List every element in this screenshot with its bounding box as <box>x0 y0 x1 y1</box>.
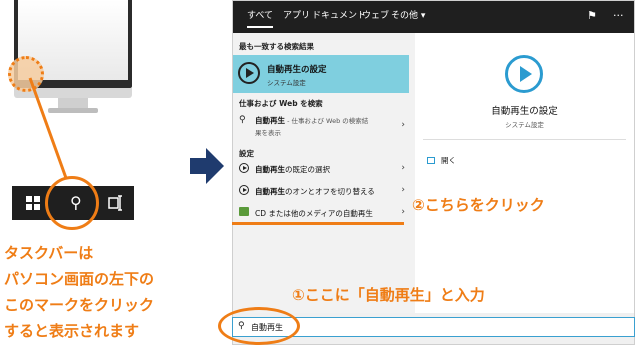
taskbar-caption: タスクバーは パソコン画面の左下の このマークをクリック すると表示されます <box>4 240 174 344</box>
search-icon: ⚲ <box>239 115 246 125</box>
tab-documents[interactable]: ドキュメント <box>312 10 366 22</box>
web-search-item[interactable]: ⚲ 自動再生 - 仕事および Web の検索結 果を表示 › <box>233 111 415 141</box>
web-result-line2: 果を表示 <box>255 129 281 137</box>
tab-apps[interactable]: アプリ <box>283 10 310 22</box>
best-match-title: 自動再生の設定 <box>267 65 327 75</box>
settings-item-bold: 自動再生 <box>255 165 285 174</box>
settings-item-cd-media[interactable]: CD または他のメディアの自動再生 › <box>233 203 415 223</box>
step1-callout: ①ここに「自動再生」と入力 <box>292 286 485 304</box>
settings-item-rest: CD または他のメディアの自動再生 <box>255 209 373 218</box>
best-match-subtitle: システム設定 <box>267 79 306 87</box>
web-result-bold: 自動再生 <box>255 116 285 125</box>
feedback-icon[interactable]: ⚑ <box>587 10 597 22</box>
autoplay-icon <box>239 185 250 196</box>
caption-line: タスクバーは <box>4 244 94 262</box>
settings-item-toggle[interactable]: 自動再生のオンとオフを切り替える › <box>233 181 415 201</box>
open-icon <box>427 157 435 164</box>
settings-item-default[interactable]: 自動再生の既定の選択 › <box>233 159 415 179</box>
autoplay-icon <box>238 62 260 84</box>
search-box-highlight-ring <box>218 307 300 345</box>
preview-divider <box>423 139 626 140</box>
tab-more[interactable]: その他 ▾ <box>391 10 425 22</box>
settings-item-label: CD または他のメディアの自動再生 <box>255 208 373 219</box>
settings-item-label: 自動再生の既定の選択 <box>255 164 330 175</box>
chevron-right-icon[interactable]: › <box>401 185 405 195</box>
preview-subtitle: システム設定 <box>505 121 544 129</box>
windows-logo-icon[interactable] <box>26 196 40 210</box>
chevron-right-icon[interactable]: › <box>401 120 405 130</box>
web-result-rest: - 仕事および Web の検索結 <box>285 117 369 125</box>
preview-title: 自動再生の設定 <box>491 106 558 117</box>
caption-line: パソコン画面の左下の <box>4 270 155 288</box>
task-view-icon[interactable] <box>107 194 123 212</box>
search-filter-bar: すべて アプリ ドキュメント ウェブ その他 ▾ ⚑ ··· <box>233 1 634 33</box>
open-action[interactable]: 開く <box>427 155 456 166</box>
chevron-right-icon[interactable]: › <box>401 163 405 173</box>
cd-media-icon <box>239 207 250 218</box>
settings-item-rest: の既定の選択 <box>285 165 330 174</box>
preview-pane: 自動再生の設定 システム設定 開く <box>415 33 634 313</box>
cd-media-highlight-underline <box>232 222 404 225</box>
best-match-header: 最も一致する検索結果 <box>239 42 314 51</box>
results-list: 最も一致する検索結果 自動再生の設定 システム設定 仕事および Web を検索 … <box>233 33 415 313</box>
caption-line: すると表示されます <box>4 322 140 340</box>
autoplay-icon <box>239 163 250 174</box>
web-search-header: 仕事および Web を検索 <box>239 99 323 108</box>
chevron-right-icon[interactable]: › <box>401 207 405 217</box>
taskbar-search-highlight-ring <box>45 176 99 230</box>
autoplay-icon <box>505 55 543 93</box>
pointing-arrow-icon <box>190 148 224 184</box>
tab-web[interactable]: ウェブ <box>362 10 389 22</box>
more-options-icon[interactable]: ··· <box>613 10 624 22</box>
settings-header: 設定 <box>239 149 254 158</box>
caption-line: このマークをクリック <box>4 296 155 314</box>
settings-item-label: 自動再生のオンとオフを切り替える <box>255 186 375 197</box>
settings-item-bold: 自動再生 <box>255 187 285 196</box>
step2-callout: ②こちらをクリック <box>412 196 545 214</box>
settings-item-rest: のオンとオフを切り替える <box>285 187 375 196</box>
open-label: 開く <box>441 156 456 165</box>
web-result-line1: 自動再生 - 仕事および Web の検索結 <box>255 115 368 126</box>
tab-all[interactable]: すべて <box>247 10 274 28</box>
best-match-item[interactable]: 自動再生の設定 システム設定 <box>233 55 409 93</box>
callout-connector-line <box>28 77 68 179</box>
